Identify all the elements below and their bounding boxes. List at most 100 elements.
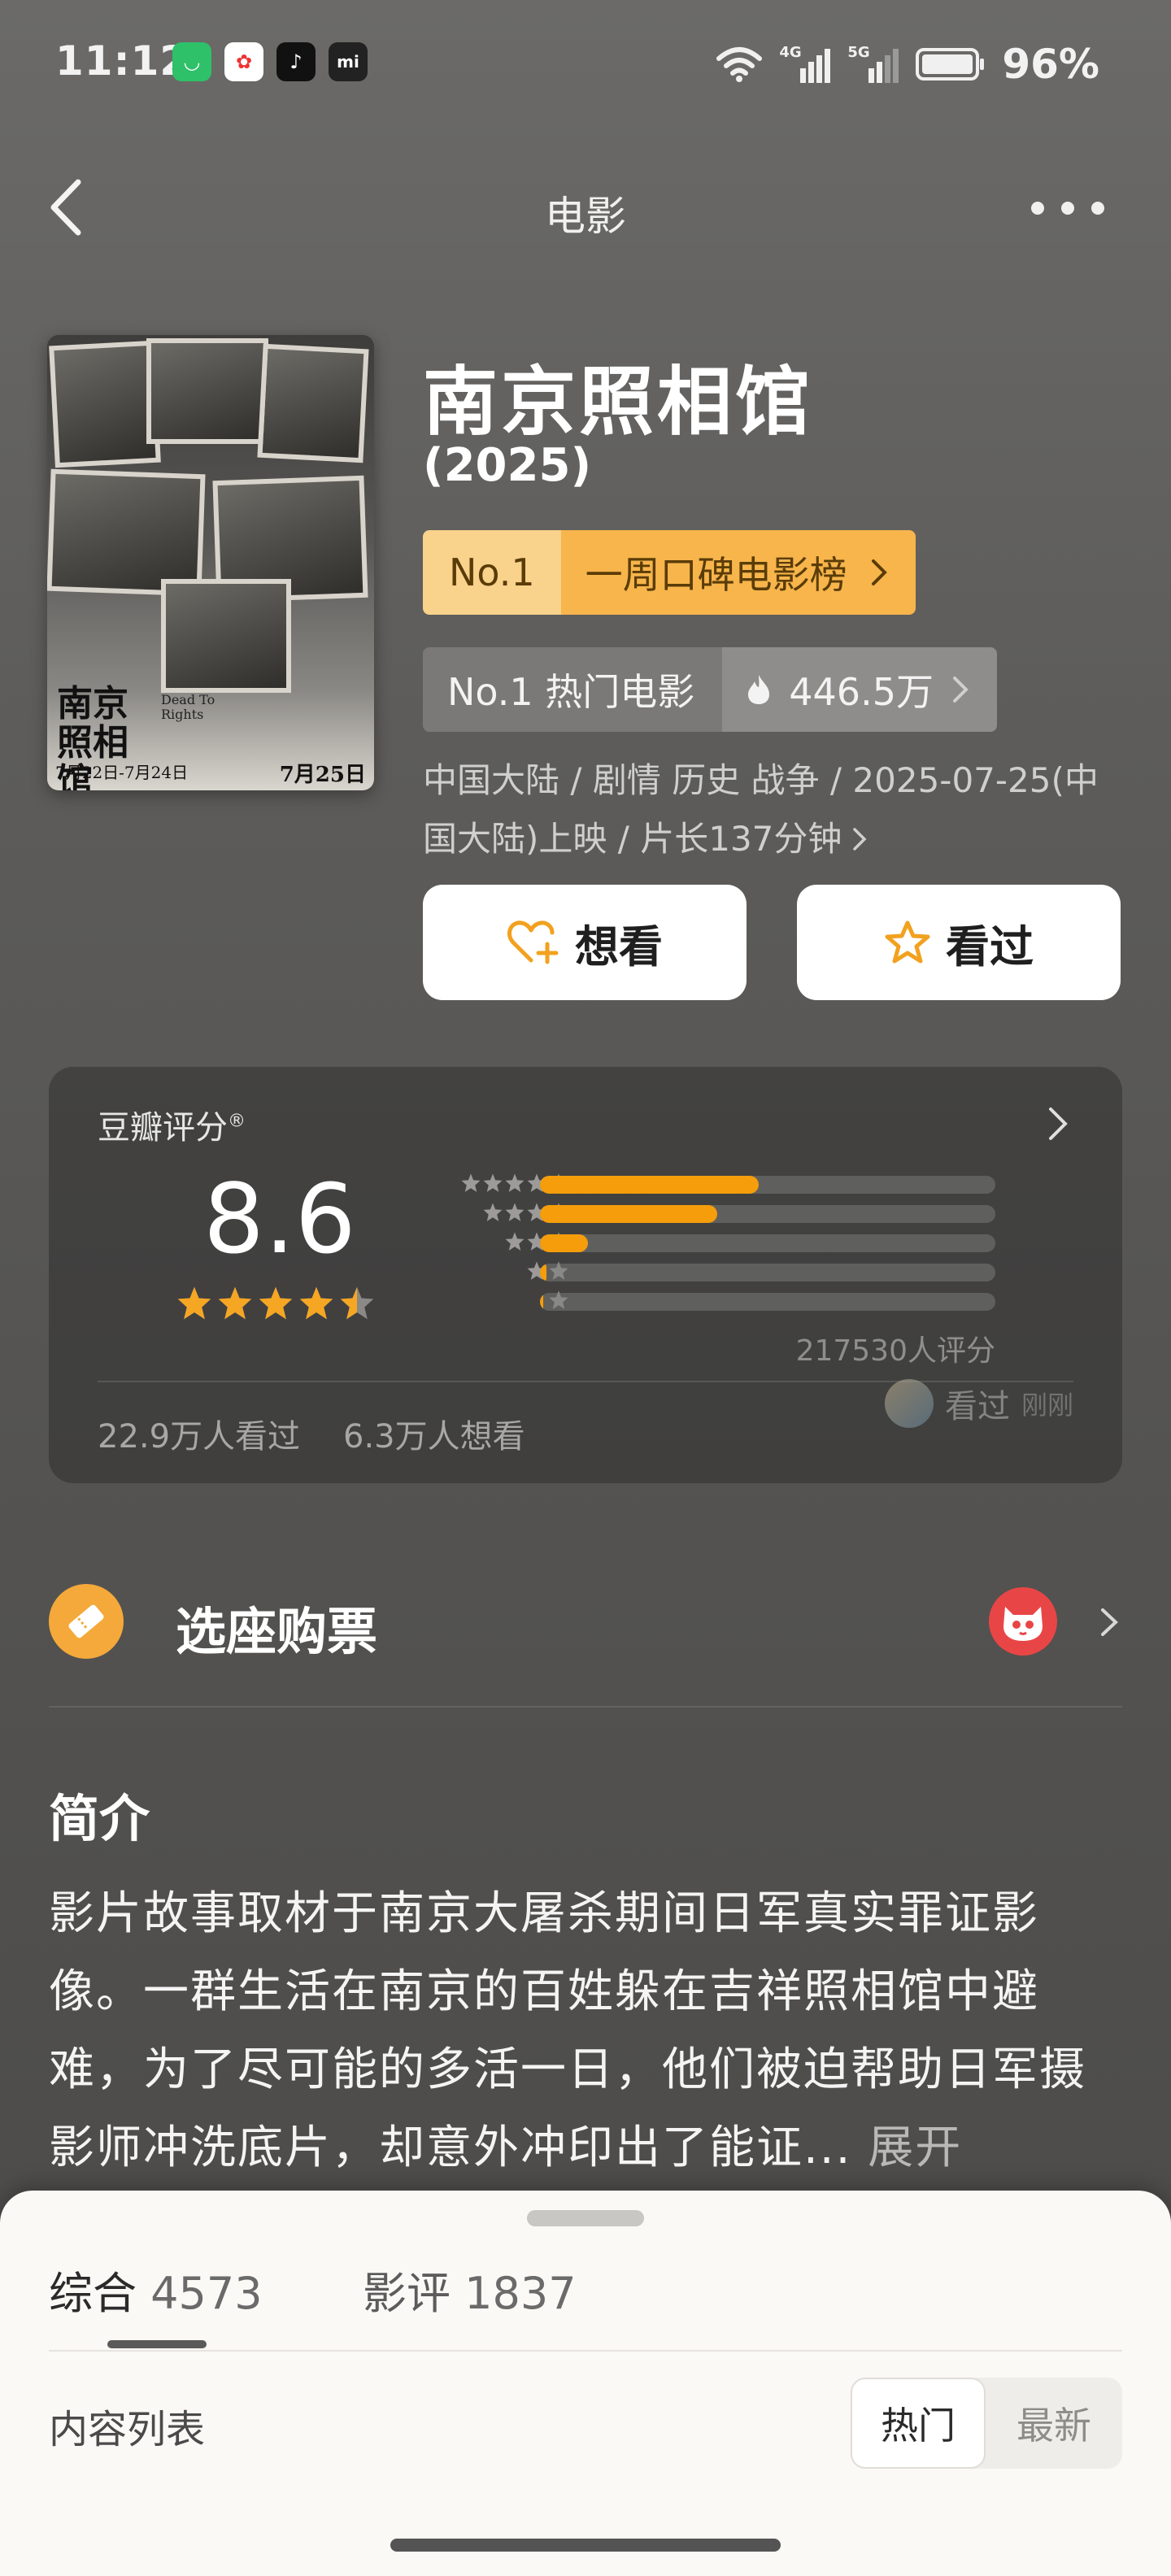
movie-poster[interactable]: 南京照相馆 Dead To Rights 7月22日-7月24日 7月25日 (47, 335, 374, 790)
star-icon (218, 1286, 252, 1320)
chevron-right-icon[interactable] (1043, 1099, 1075, 1148)
signal-5g: 5G (847, 44, 899, 85)
poster-photo (47, 468, 206, 597)
tab-label: 综合 (49, 2268, 137, 2319)
heart-plus-icon (507, 920, 559, 964)
content-list-label: 内容列表 (49, 2407, 206, 2452)
more-options-icon[interactable] (1031, 192, 1104, 224)
rank-list-label: 一周口碑电影榜 (585, 553, 847, 597)
divider (49, 2350, 1122, 2352)
distribution-bar (540, 1264, 995, 1281)
rating-stars (176, 1285, 376, 1322)
nav-title: 电影 (545, 193, 626, 240)
intro-text: 影片故事取材于南京大屠杀期间日军真实罪证影像。一群生活在南京的百姓躲在吉祥照相馆… (49, 1875, 1130, 2187)
signal-4g: 4G (779, 44, 831, 85)
meta-line: 国大陆)上映 / 片长137分钟 (423, 819, 842, 859)
signal-bars-icon (800, 49, 831, 83)
status-bar: 11:12 ◡ ✿ ♪ mi 4G 5G 96% (0, 0, 1171, 130)
chevron-right-icon (853, 828, 867, 851)
ticket-icon (49, 1584, 124, 1659)
movie-year: (2025) (423, 439, 592, 492)
status-time: 11:12 (55, 37, 189, 85)
distribution-bar-fill (540, 1234, 588, 1252)
tiktok-icon: ♪ (276, 42, 316, 81)
friend-activity[interactable]: 看过 刚刚 (884, 1379, 1073, 1428)
rating-score: 8.6 (203, 1163, 356, 1275)
poster-photo (49, 340, 161, 468)
movie-meta-info[interactable]: 中国大陆 / 剧情 历史 战争 / 2025-07-25(中 国大陆)上映 / … (423, 751, 1114, 868)
meta-line-2: 国大陆)上映 / 片长137分钟 (423, 810, 1114, 868)
tab-count: 1837 (464, 2268, 577, 2319)
want-to-watch-button[interactable]: 想看 (423, 885, 747, 1000)
chevron-right-icon (871, 559, 887, 585)
small-star-icon (505, 1173, 525, 1192)
buy-ticket-label: 选座购票 (176, 1602, 378, 1661)
distribution-bar-fill (540, 1176, 759, 1194)
friend-time: 刚刚 (1021, 1390, 1073, 1421)
expand-link[interactable]: 展开 (868, 2121, 962, 2174)
chevron-right-icon (952, 677, 969, 703)
avatar (884, 1379, 934, 1428)
rank-number: No.1 (423, 530, 561, 615)
meta-line: 中国大陆 / 剧情 历史 战争 / 2025-07-25(中 (423, 760, 1099, 800)
battery-percent: 96% (1002, 41, 1099, 88)
buy-ticket-row[interactable]: 选座购票 (49, 1573, 1122, 1670)
poster-title-en: Dead To Rights (161, 692, 215, 722)
drag-handle[interactable] (527, 2210, 644, 2226)
red-app-icon: ✿ (224, 42, 263, 81)
hot-count-value: 446.5万 (789, 670, 934, 714)
mi-app-icon: mi (329, 42, 368, 81)
hot-rank: No.1 热门电影 (423, 647, 723, 732)
chevron-right-icon (1101, 1608, 1118, 1636)
star-icon (299, 1286, 333, 1320)
status-indicators: 4G 5G 96% (716, 36, 1099, 93)
want-label: 想看 (575, 920, 663, 973)
wish-count: 6.3万人想看 (343, 1418, 525, 1456)
small-star-icon (483, 1203, 503, 1221)
watched-label: 看过 (946, 920, 1034, 973)
distribution-bar (540, 1234, 995, 1252)
wifi-icon (716, 47, 763, 82)
maoyan-cat-icon (989, 1587, 1057, 1656)
flame-icon (748, 675, 770, 704)
tab-label: 影评 (363, 2268, 451, 2319)
small-star-icon (461, 1173, 481, 1192)
star-icon (259, 1286, 293, 1320)
sort-new-button[interactable]: 最新 (986, 2396, 1122, 2450)
rank-list-link[interactable]: 一周口碑电影榜 (560, 530, 916, 615)
star-icon (340, 1286, 374, 1320)
poster-photo (257, 343, 369, 463)
signal-bars-icon (868, 49, 899, 83)
poster-dates: 7月22日-7月24日 (55, 763, 189, 782)
tab-reviews[interactable]: 影评 1837 (363, 2257, 577, 2321)
watched-count: 22.9万人看过 (98, 1418, 301, 1456)
distribution-bar-fill (540, 1205, 718, 1223)
hot-count[interactable]: 446.5万 (722, 647, 997, 732)
distribution-bar (540, 1205, 995, 1223)
intro-heading: 简介 (49, 1789, 150, 1848)
small-star-icon (483, 1173, 503, 1192)
star-icon (177, 1286, 211, 1320)
friend-action: 看过 (944, 1388, 1010, 1425)
sort-hot-button[interactable]: 热门 (851, 2378, 986, 2469)
registered-mark: ® (228, 1111, 246, 1132)
hot-badge[interactable]: No.1 热门电影 446.5万 (423, 647, 997, 732)
small-star-icon (505, 1203, 525, 1221)
battery-icon (916, 48, 985, 80)
distribution-bar (540, 1293, 995, 1311)
tab-overall[interactable]: 综合 4573 (49, 2257, 263, 2321)
distribution-bar (540, 1176, 995, 1194)
rank-badge[interactable]: No.1 一周口碑电影榜 (423, 530, 916, 615)
bottom-sheet[interactable]: 综合 4573 影评 1837 内容列表 热门 最新 (0, 2191, 1171, 2576)
home-indicator[interactable] (390, 2539, 781, 2552)
divider (49, 1706, 1122, 1708)
watched-button[interactable]: 看过 (797, 885, 1121, 1000)
rating-label: 豆瓣评分® (98, 1101, 246, 1148)
small-star-icon (505, 1232, 525, 1251)
tab-count: 4573 (150, 2268, 263, 2319)
active-tab-indicator (107, 2340, 207, 2348)
poster-photo (161, 579, 291, 693)
sort-toggle[interactable]: 热门 最新 (851, 2378, 1122, 2469)
rating-card[interactable]: 豆瓣评分® 8.6 217530人评分 22.9万人看过 6.3万人想看 看过 … (49, 1067, 1122, 1483)
poster-release-date: 7月25日 (279, 763, 366, 787)
